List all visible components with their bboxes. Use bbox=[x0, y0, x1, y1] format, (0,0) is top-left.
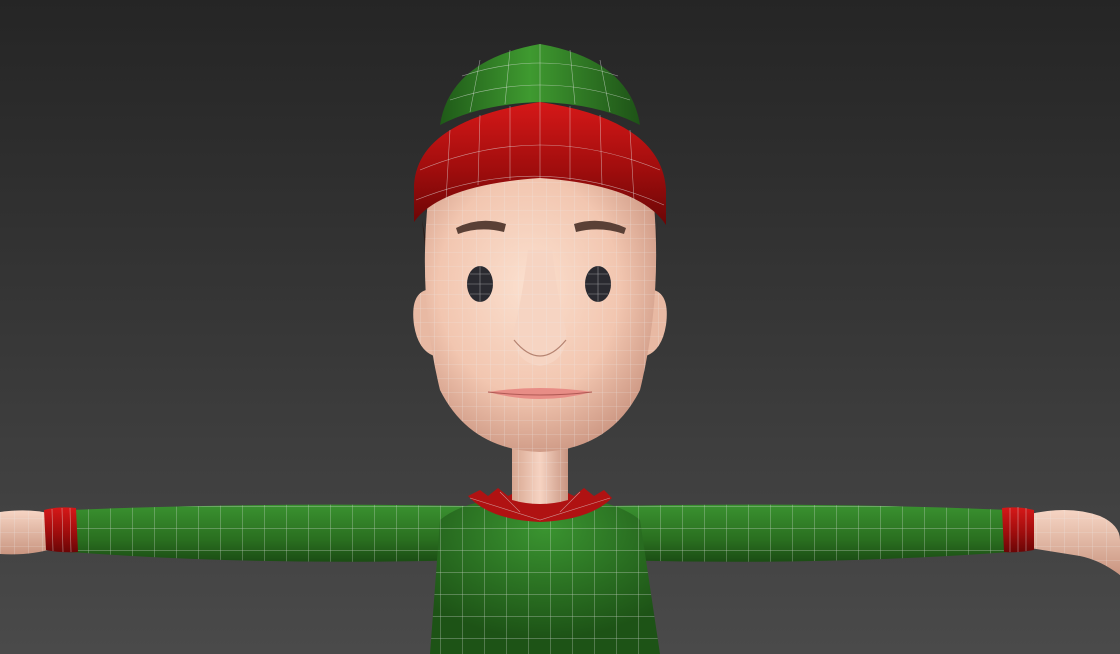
left-eye bbox=[467, 266, 493, 302]
3d-viewport[interactable] bbox=[0, 0, 1120, 654]
right-arm-sleeve bbox=[610, 504, 1010, 562]
character-model[interactable] bbox=[0, 0, 1120, 654]
left-arm-sleeve bbox=[70, 504, 470, 562]
right-cuff bbox=[1002, 507, 1034, 553]
right-eye bbox=[585, 266, 611, 302]
right-hand bbox=[1030, 509, 1120, 575]
left-cuff bbox=[44, 507, 78, 553]
